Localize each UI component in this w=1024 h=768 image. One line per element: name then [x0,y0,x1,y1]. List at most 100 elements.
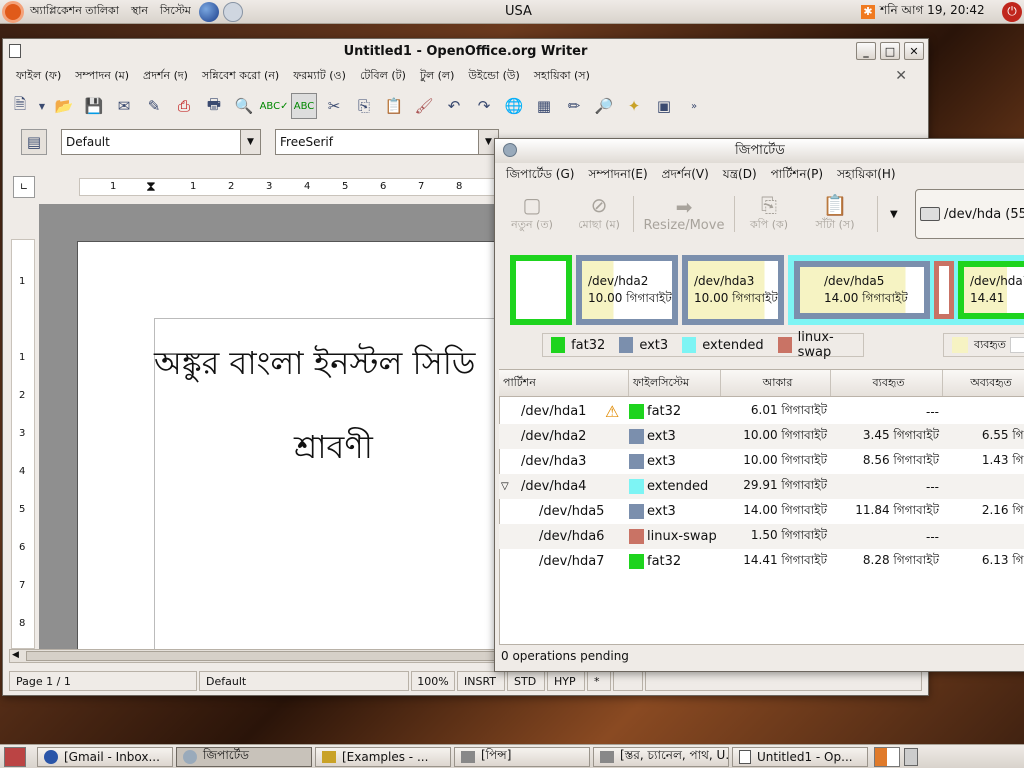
table-row[interactable]: /dev/hda2 ext3 10.00 গিগাবাইট 3.45 গিগাবাইট… [499,424,1024,449]
menu-partition[interactable]: পার্টিশন(P) [764,166,830,186]
taskbar-item-gparted[interactable]: জিপার্টেড [176,746,312,767]
taskbar-item-gmail[interactable]: [Gmail - Inbox... [37,746,173,767]
partition-block-hda2[interactable]: /dev/hda2 10.00 গিগাবাইট [576,255,678,325]
column-filesystem[interactable]: ফাইলসিস্টেম [629,370,721,396]
clock[interactable]: শনি আগ 19, 20:42 [880,2,985,22]
menu-tools[interactable]: টুল (ল) [413,67,461,86]
workspace-switcher[interactable] [874,746,900,767]
styles-formatting-icon[interactable]: ▤ [21,129,47,155]
redo-icon[interactable]: ↷ [471,93,497,119]
taskbar-item-writer[interactable]: Untitled1 - Op... [732,746,868,767]
document-area[interactable]: অঙ্কুর বাংলা ইনস্টল সিডি শ্রাবণী [39,204,495,649]
table-row[interactable]: ▽/dev/hda4 extended 29.91 গিগাবাইট --- [499,474,1024,499]
vertical-ruler[interactable]: 1 1 2 3 4 5 6 7 8 [11,239,35,649]
keyboard-locale[interactable]: USA [505,4,532,19]
menu-device[interactable]: যন্ত্র(D) [716,166,764,186]
new-document-icon[interactable]: 🗎 [7,93,33,119]
menu-table[interactable]: টেবিল (ট) [353,67,413,86]
table-icon[interactable]: ▦ [531,93,557,119]
column-partition[interactable]: পার্টিশন [499,370,629,396]
autospellcheck-icon[interactable]: ABC [291,93,317,119]
menu-system[interactable]: সিস্টেম [154,2,197,21]
spellcheck-icon[interactable]: ABC✓ [260,93,289,119]
menu-help[interactable]: সহায়িকা(H) [830,166,902,186]
partition-block-hda4[interactable]: /dev/hda5 14.00 গিগাবাইট /dev/hda7 14.41 [788,255,1024,325]
copy-icon[interactable]: ⎘ [351,93,377,119]
menu-edit[interactable]: সম্পাদনা(E) [581,166,654,186]
resize-move-button[interactable]: ➡ Resize/Move [634,190,734,238]
menu-edit[interactable]: সম্পাদন (ম) [68,67,136,86]
font-name-combo[interactable]: FreeSerif ▼ [275,129,499,155]
chevron-down-icon[interactable]: ▼ [240,130,260,154]
email-icon[interactable]: ✉ [111,93,137,119]
table-row[interactable]: /dev/hda6 linux-swap 1.50 গিগাবাইট --- [499,524,1024,549]
partition-block-hda3[interactable]: /dev/hda3 10.00 গিগাবাইট [682,255,784,325]
menu-format[interactable]: ফরম্যাট (ও) [286,67,353,86]
warning-icon[interactable]: ⚠ [605,402,619,421]
column-unused[interactable]: অব্যবহৃত [943,370,1024,396]
paste-partition-button[interactable]: 📋 সাঁটা (স) [803,190,867,238]
column-used[interactable]: ব্যবহৃত [831,370,943,396]
open-folder-icon[interactable]: 📂 [51,93,77,119]
close-document-icon[interactable]: ✕ [888,68,914,84]
hyperlink-mode[interactable]: HYP [547,671,585,691]
scroll-thumb[interactable] [26,651,496,661]
indent-marker[interactable]: ⧗ [146,179,156,195]
hyperlink-icon[interactable]: 🌐 [501,93,527,119]
horizontal-scrollbar[interactable]: ◀ [9,649,496,663]
page-indicator[interactable]: Page 1 / 1 [9,671,197,691]
partition-block-hda7[interactable]: /dev/hda7 14.41 [958,261,1024,319]
partition-block-hda5[interactable]: /dev/hda5 14.00 গিগাবাইট [794,261,930,319]
find-replace-icon[interactable]: 🔎 [591,93,617,119]
horizontal-ruler[interactable]: ∟ 1 ⧗ 1 2 3 4 5 6 7 8 [9,174,495,200]
draw-functions-icon[interactable]: ✏ [561,93,587,119]
menu-help[interactable]: সহায়িকা (স) [527,67,597,86]
device-selector[interactable]: /dev/hda (55 [915,189,1024,239]
scroll-left-icon[interactable]: ◀ [12,650,19,660]
partition-block-hda6[interactable] [934,261,954,319]
shutdown-icon[interactable]: ⏻ [1002,1,1022,22]
gallery-icon[interactable]: ▣ [651,93,677,119]
document-page[interactable]: অঙ্কুর বাংলা ইনস্টল সিডি শ্রাবণী [77,241,495,649]
format-paintbrush-icon[interactable]: 🖌 [411,93,437,119]
save-icon[interactable]: 💾 [81,93,107,119]
table-row[interactable]: /dev/hda3 ext3 10.00 গিগাবাইট 8.56 গিগাবাইট… [499,449,1024,474]
mail-launcher-icon[interactable] [222,1,243,22]
column-size[interactable]: আকার [721,370,831,396]
selection-mode[interactable]: STD [507,671,545,691]
maximize-button[interactable]: □ [880,42,900,60]
table-row[interactable]: /dev/hda7 fat32 14.41 গিগাবাইট 8.28 গিগাবাই… [499,549,1024,574]
undo-icon[interactable]: ↶ [441,93,467,119]
menu-view[interactable]: প্রদর্শন(V) [655,166,716,186]
ubuntu-logo-icon[interactable] [2,0,24,23]
paste-icon[interactable]: 📋 [381,93,407,119]
menu-applications[interactable]: অ্যাপ্লিকেশন তালিকা [24,2,125,21]
show-desktop-icon[interactable] [4,746,26,767]
insert-mode[interactable]: INSRT [457,671,505,691]
navigator-icon[interactable]: ✦ [621,93,647,119]
doc-heading[interactable]: অঙ্কুর বাংলা ইনস্টল সিডি [154,338,475,392]
print-preview-icon[interactable]: 🔍 [231,93,257,119]
taskbar-item-pins[interactable]: [পিন্স] [454,746,590,767]
menu-gparted[interactable]: জিপার্টেড (G) [499,166,581,186]
table-row[interactable]: /dev/hda1 fat32 6.01 গিগাবাইট --- ⚠ [499,399,1024,424]
paragraph-style-combo[interactable]: Default ▼ [61,129,261,155]
menu-view[interactable]: প্রদর্শন (দ) [136,67,195,86]
expander-triangle-icon[interactable]: ▽ [501,481,509,492]
menu-insert[interactable]: সন্নিবেশ করো (ন) [195,67,286,86]
toolbar-overflow-icon[interactable]: » [681,93,707,119]
delete-partition-button[interactable]: ⊘ মোছা (ম) [565,190,633,238]
taskbar-item-layers[interactable]: [স্তর, চ্যানেল, পাথ, U... [593,746,729,767]
partition-block-hda1[interactable] [510,255,572,325]
taskbar-item-examples[interactable]: [Examples - ... [315,746,451,767]
export-pdf-icon[interactable]: ⎙ [171,93,197,119]
writer-titlebar[interactable]: Untitled1 - OpenOffice.org Writer _ □ ✕ [3,39,928,63]
new-partition-button[interactable]: ▢ নতুন (ত) [499,190,565,238]
edit-file-icon[interactable]: ✎ [141,93,167,119]
doc-subheading[interactable]: শ্রাবণী [294,422,373,476]
cut-icon[interactable]: ✂ [321,93,347,119]
page-style[interactable]: Default [199,671,409,691]
dropdown-arrow-icon[interactable]: ▼ [37,93,47,119]
menu-file[interactable]: ফাইল (ফ) [9,67,68,86]
toolbar-overflow-icon[interactable]: ▼ [890,209,898,220]
